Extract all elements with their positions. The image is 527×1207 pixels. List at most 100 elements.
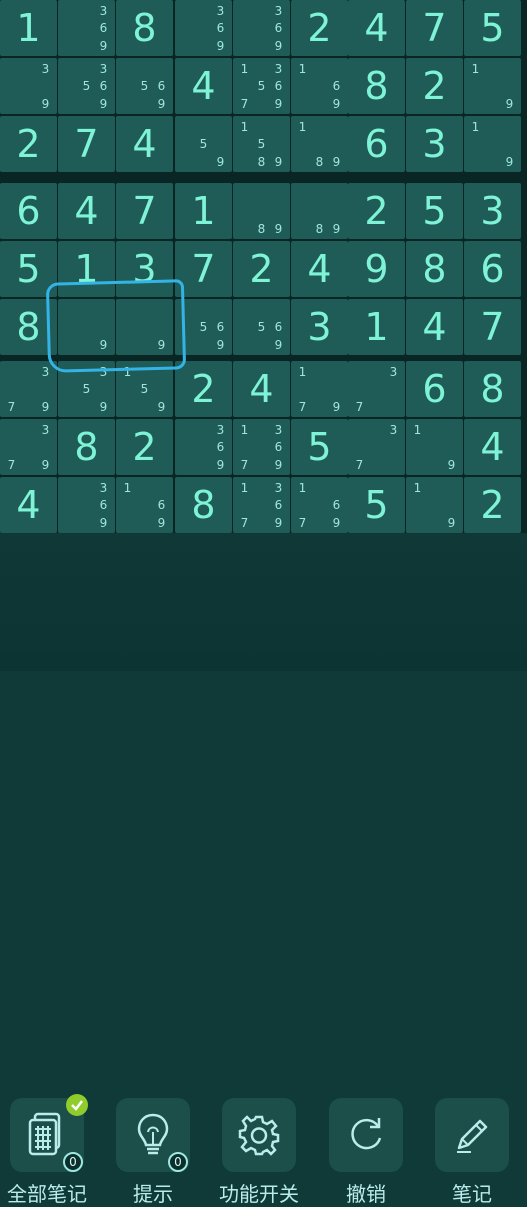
sudoku-cell-r8c4[interactable]: 3 6 9 xyxy=(175,419,232,475)
note-digit xyxy=(368,439,385,457)
sudoku-cell-r9c7[interactable]: 5 xyxy=(348,477,405,533)
note-digit xyxy=(484,118,501,136)
sudoku-cell-r8c9[interactable]: 4 xyxy=(464,419,521,475)
sudoku-cell-r2c6[interactable]: 1 6 9 xyxy=(291,58,348,114)
sudoku-cell-r7c8[interactable]: 6 xyxy=(406,361,463,417)
cell-notes: 19 xyxy=(409,421,460,474)
sudoku-cell-r8c2[interactable]: 8 xyxy=(58,419,115,475)
sudoku-cell-r7c7[interactable]: 37 xyxy=(348,361,405,417)
sudoku-cell-r3c6[interactable]: 1 89 xyxy=(291,116,348,172)
sudoku-cell-r1c3[interactable]: 8 xyxy=(116,0,173,56)
sudoku-cell-r1c9[interactable]: 5 xyxy=(464,0,521,56)
sudoku-cell-r5c6[interactable]: 4 xyxy=(291,241,348,297)
sudoku-cell-r5c7[interactable]: 9 xyxy=(348,241,405,297)
sudoku-cell-r1c7[interactable]: 4 xyxy=(348,0,405,56)
note-digit: 7 xyxy=(7,458,16,473)
sudoku-cell-r3c2[interactable]: 7 xyxy=(58,116,115,172)
sudoku-cell-r3c1[interactable]: 2 xyxy=(0,116,57,172)
sudoku-cell-r8c3[interactable]: 2 xyxy=(116,419,173,475)
sudoku-cell-r4c8[interactable]: 5 xyxy=(406,183,463,239)
sudoku-cell-r7c4[interactable]: 2 xyxy=(175,361,232,417)
sudoku-cell-r9c4[interactable]: 8 xyxy=(175,477,232,533)
sudoku-cell-r2c2[interactable]: 356 9 xyxy=(58,58,115,114)
sudoku-cell-r6c8[interactable]: 4 xyxy=(406,299,463,355)
sudoku-cell-r5c8[interactable]: 8 xyxy=(406,241,463,297)
sudoku-cell-r8c1[interactable]: 3 7 9 xyxy=(0,419,57,475)
note-digit xyxy=(253,497,270,515)
sudoku-cell-r9c1[interactable]: 4 xyxy=(0,477,57,533)
sudoku-cell-r9c6[interactable]: 1679 xyxy=(291,477,348,533)
sudoku-cell-r3c5[interactable]: 1589 xyxy=(233,116,290,172)
note-digit xyxy=(270,185,287,203)
sudoku-cell-r8c6[interactable]: 5 xyxy=(291,419,348,475)
notes-icon-button[interactable] xyxy=(435,1098,509,1172)
sudoku-cell-r4c5[interactable]: 89 xyxy=(233,183,290,239)
sudoku-cell-r3c9[interactable]: 19 xyxy=(464,116,521,172)
sudoku-cell-r3c4[interactable]: 59 xyxy=(175,116,232,172)
sudoku-cell-r2c8[interactable]: 2 xyxy=(406,58,463,114)
hint-button[interactable]: 0 提示 xyxy=(106,1098,212,1206)
note-digit xyxy=(294,203,311,221)
sudoku-cell-r7c9[interactable]: 8 xyxy=(464,361,521,417)
sudoku-cell-r3c8[interactable]: 3 xyxy=(406,116,463,172)
features-toggle-button[interactable]: 功能开关 xyxy=(212,1098,318,1206)
sudoku-cell-r1c2[interactable]: 3 6 9 xyxy=(58,0,115,56)
sudoku-cell-r2c9[interactable]: 19 xyxy=(464,58,521,114)
sudoku-cell-r8c5[interactable]: 1 3 6 7 9 xyxy=(233,419,290,475)
sudoku-cell-r7c6[interactable]: 1 7 9 xyxy=(291,361,348,417)
note-digit: 1 xyxy=(471,61,480,76)
sudoku-cell-r6c9[interactable]: 7 xyxy=(464,299,521,355)
note-digit xyxy=(270,136,287,154)
sudoku-cell-r6c5[interactable]: 56 9 xyxy=(233,299,290,355)
note-digit xyxy=(294,136,311,154)
sudoku-cell-r9c9[interactable]: 2 xyxy=(464,477,521,533)
sudoku-cell-r2c4[interactable]: 4 xyxy=(175,58,232,114)
note-digit xyxy=(178,2,195,20)
sudoku-cell-r4c4[interactable]: 1 xyxy=(175,183,232,239)
undo-button[interactable]: 撤销 xyxy=(319,1098,425,1206)
note-digit: 9 xyxy=(157,516,166,531)
sudoku-cell-r9c3[interactable]: 1 6 9 xyxy=(116,477,173,533)
note-digit xyxy=(61,381,78,399)
sudoku-cell-r4c9[interactable]: 3 xyxy=(464,183,521,239)
sudoku-cell-r2c3[interactable]: 56 9 xyxy=(116,58,173,114)
sudoku-cell-r4c2[interactable]: 4 xyxy=(58,183,115,239)
hint-count-badge: 0 xyxy=(168,1152,188,1172)
sudoku-cell-r5c9[interactable]: 6 xyxy=(464,241,521,297)
sudoku-cell-r9c5[interactable]: 1 3 6 7 9 xyxy=(233,477,290,533)
sudoku-cell-r3c7[interactable]: 6 xyxy=(348,116,405,172)
sudoku-cell-r4c1[interactable]: 6 xyxy=(0,183,57,239)
undo-icon-button[interactable] xyxy=(329,1098,403,1172)
note-digit xyxy=(236,20,253,38)
sudoku-cell-r2c1[interactable]: 39 xyxy=(0,58,57,114)
sudoku-cell-r8c8[interactable]: 19 xyxy=(406,419,463,475)
sudoku-cell-r4c3[interactable]: 7 xyxy=(116,183,173,239)
note-digit: 7 xyxy=(298,400,307,415)
sudoku-cell-r4c6[interactable]: 89 xyxy=(291,183,348,239)
sudoku-cell-r7c1[interactable]: 379 xyxy=(0,361,57,417)
sudoku-cell-r1c4[interactable]: 3 6 9 xyxy=(175,0,232,56)
sudoku-cell-r9c2[interactable]: 3 6 9 xyxy=(58,477,115,533)
sudoku-cell-r1c5[interactable]: 3 6 9 xyxy=(233,0,290,56)
note-digit: 7 xyxy=(240,458,249,473)
sudoku-cell-r3c3[interactable]: 4 xyxy=(116,116,173,172)
sudoku-cell-r2c5[interactable]: 1 356 7 9 xyxy=(233,58,290,114)
sudoku-cell-r5c5[interactable]: 2 xyxy=(233,241,290,297)
features-toggle-icon-button[interactable] xyxy=(222,1098,296,1172)
sudoku-cell-r9c8[interactable]: 19 xyxy=(406,477,463,533)
note-digit xyxy=(178,153,195,171)
sudoku-cell-r6c7[interactable]: 1 xyxy=(348,299,405,355)
sudoku-cell-r6c6[interactable]: 3 xyxy=(291,299,348,355)
sudoku-cell-r1c8[interactable]: 7 xyxy=(406,0,463,56)
all-notes-button[interactable]: 0 全部笔记 xyxy=(0,1094,106,1206)
note-digit xyxy=(119,381,136,399)
sudoku-cell-r2c7[interactable]: 8 xyxy=(348,58,405,114)
sudoku-cell-r8c7[interactable]: 37 xyxy=(348,419,405,475)
sudoku-cell-r1c6[interactable]: 2 xyxy=(291,0,348,56)
notes-button[interactable]: 笔记 xyxy=(425,1098,527,1206)
sudoku-cell-r7c5[interactable]: 4 xyxy=(233,361,290,417)
note-digit: 9 xyxy=(274,155,283,170)
cell-notes: 356 9 xyxy=(61,60,112,113)
sudoku-cell-r1c1[interactable]: 1 xyxy=(0,0,57,56)
sudoku-cell-r4c7[interactable]: 2 xyxy=(348,183,405,239)
